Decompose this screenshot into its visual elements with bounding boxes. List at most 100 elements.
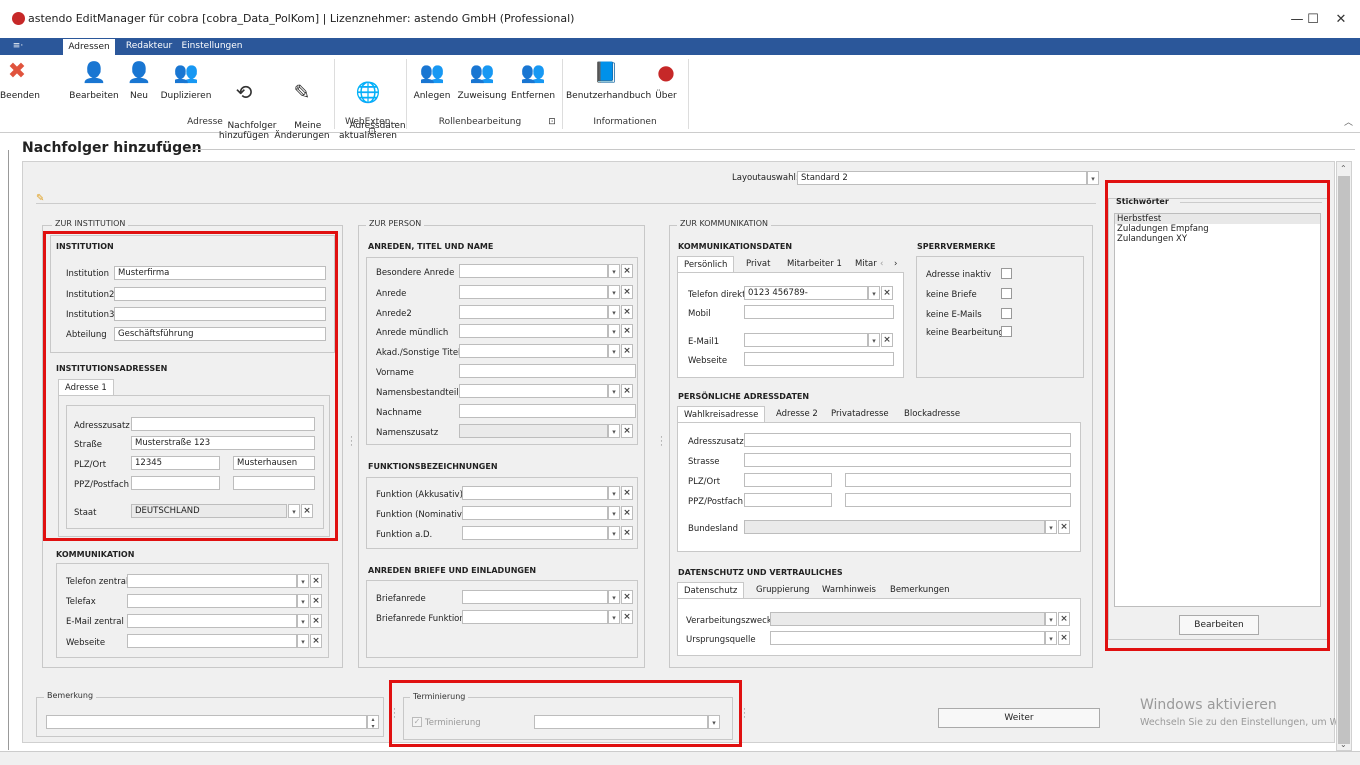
telefax-input[interactable] <box>127 594 297 608</box>
p-adresszusatz-input[interactable] <box>744 433 1071 447</box>
telefax-dropdown-icon[interactable]: ▾ <box>297 594 309 608</box>
duplizieren-button[interactable]: 👥 Duplizieren <box>160 59 212 111</box>
zuweisung-button[interactable]: 👥 Zuweisung <box>456 59 508 111</box>
scroll-down-icon[interactable]: ⌄ <box>1340 740 1347 749</box>
adresse-inaktiv-checkbox[interactable] <box>1001 268 1012 279</box>
ueber-button[interactable]: ● Über <box>648 59 684 111</box>
splitter-grip[interactable]: · · · <box>660 434 663 451</box>
tab-scroll-left-icon[interactable]: ‹ <box>880 256 883 272</box>
tab-bemerkungen[interactable]: Bemerkungen <box>890 582 950 598</box>
tab-redakteur[interactable]: Redakteur <box>124 38 174 55</box>
tab-wahlkreisadresse[interactable]: Wahlkreisadresse <box>677 406 766 422</box>
telefon-direkt-clear-icon[interactable]: × <box>881 286 893 300</box>
tab-adressen[interactable]: Adressen <box>62 38 116 55</box>
vorname-input[interactable] <box>459 364 636 378</box>
keine-bearbeitung-checkbox[interactable] <box>1001 326 1012 337</box>
funktion-nominativ-clear-icon[interactable]: × <box>621 506 633 520</box>
anrede-dropdown-icon[interactable]: ▾ <box>608 285 620 299</box>
beenden-button[interactable]: ✖ Beenden <box>0 59 40 111</box>
entfernen-button[interactable]: 👥 Entfernen <box>508 59 558 111</box>
bundesland-dropdown-icon[interactable]: ▾ <box>1045 520 1057 534</box>
tab-privatadresse[interactable]: Privatadresse <box>831 406 889 422</box>
namenszusatz-dropdown-icon[interactable]: ▾ <box>608 424 620 438</box>
nachfolger-hinzufuegen-button[interactable]: ⟲ Nachfolger hinzufügen <box>216 59 277 141</box>
briefanrede-dropdown-icon[interactable]: ▾ <box>608 590 620 604</box>
close-window-button[interactable]: ✕ <box>1326 8 1356 32</box>
briefanrede-input[interactable] <box>462 590 608 604</box>
meine-aenderungen-button[interactable]: ✎ Meine Änderungen <box>274 59 330 141</box>
bearbeiten-button[interactable]: 👤 Bearbeiten <box>68 59 120 111</box>
webseite-inst-dropdown-icon[interactable]: ▾ <box>297 634 309 648</box>
funktion-akkusativ-input[interactable] <box>462 486 608 500</box>
tab-scroll-right-icon[interactable]: › <box>894 256 897 272</box>
verarbeitungszweck-select[interactable] <box>770 612 1045 626</box>
p-plz-input[interactable] <box>744 473 832 487</box>
tab-adresse-2[interactable]: Adresse 2 <box>776 406 818 422</box>
benutzerhandbuch-button[interactable]: 📘 Benutzerhandbuch <box>566 59 651 111</box>
p-ppz-input[interactable] <box>744 493 832 507</box>
bemerkung-input[interactable] <box>46 715 367 729</box>
splitter-grip[interactable]: · · · <box>743 706 746 723</box>
funktion-nominativ-dropdown-icon[interactable]: ▾ <box>608 506 620 520</box>
verarbeitungszweck-clear-icon[interactable]: × <box>1058 612 1070 626</box>
anrede-m-ndlich-clear-icon[interactable]: × <box>621 324 633 338</box>
p-strasse-input[interactable] <box>744 453 1071 467</box>
namenszusatz-clear-icon[interactable]: × <box>621 424 633 438</box>
adressdaten-aktualisieren-button[interactable]: 🌐 Adressdaten aktualisieren <box>338 59 406 141</box>
p-ort-input[interactable] <box>845 473 1071 487</box>
tab-persoenlich[interactable]: Persönlich <box>677 256 735 272</box>
anlegen-button[interactable]: 👥 Anlegen <box>410 59 454 111</box>
akad-sonstige-titel-dropdown-icon[interactable]: ▾ <box>608 344 620 358</box>
weiter-button[interactable]: Weiter <box>938 708 1100 728</box>
akad-sonstige-titel-input[interactable] <box>459 344 608 358</box>
layout-select[interactable]: Standard 2 <box>797 171 1087 185</box>
tab-warnhinweis[interactable]: Warnhinweis <box>822 582 876 598</box>
anrede-clear-icon[interactable]: × <box>621 285 633 299</box>
namensbestandteil-clear-icon[interactable]: × <box>621 384 633 398</box>
scrollbar-thumb[interactable] <box>1338 176 1350 744</box>
ursprungsquelle-dropdown-icon[interactable]: ▾ <box>1045 631 1057 645</box>
namensbestandteil-input[interactable] <box>459 384 608 398</box>
app-menu-button[interactable]: ≡· <box>6 38 30 55</box>
webseite-input[interactable] <box>744 352 894 366</box>
maximize-button[interactable]: ☐ <box>1298 8 1328 32</box>
telefon-zentral-input[interactable] <box>127 574 297 588</box>
anrede2-input[interactable] <box>459 305 608 319</box>
briefanrede-clear-icon[interactable]: × <box>621 590 633 604</box>
besondere-anrede-dropdown-icon[interactable]: ▾ <box>608 264 620 278</box>
scroll-up-icon[interactable]: ⌃ <box>1340 164 1347 173</box>
telefon-zentral-clear-icon[interactable]: × <box>310 574 322 588</box>
keine-briefe-checkbox[interactable] <box>1001 288 1012 299</box>
rollen-launcher-icon[interactable]: ⊡ <box>544 117 560 129</box>
tab-privat[interactable]: Privat <box>746 256 770 272</box>
besondere-anrede-input[interactable] <box>459 264 608 278</box>
briefanrede-funktion-input[interactable] <box>462 610 608 624</box>
email-zentral-input[interactable] <box>127 614 297 628</box>
tab-blockadresse[interactable]: Blockadresse <box>904 406 960 422</box>
bundesland-clear-icon[interactable]: × <box>1058 520 1070 534</box>
telefon-direkt-dropdown-icon[interactable]: ▾ <box>868 286 880 300</box>
email1-dropdown-icon[interactable]: ▾ <box>868 333 880 347</box>
tab-einstellungen[interactable]: Einstellungen <box>178 38 246 55</box>
ursprungsquelle-clear-icon[interactable]: × <box>1058 631 1070 645</box>
email1-clear-icon[interactable]: × <box>881 333 893 347</box>
tab-gruppierung[interactable]: Gruppierung <box>756 582 810 598</box>
mobil-input[interactable] <box>744 305 894 319</box>
tab-datenschutz[interactable]: Datenschutz <box>677 582 745 598</box>
keine-emails-checkbox[interactable] <box>1001 308 1012 319</box>
funktion-ad-input[interactable] <box>462 526 608 540</box>
webseite-inst-input[interactable] <box>127 634 297 648</box>
bundesland-select[interactable] <box>744 520 1045 534</box>
anrede-m-ndlich-input[interactable] <box>459 324 608 338</box>
layout-dropdown-icon[interactable]: ▾ <box>1087 171 1099 185</box>
p-postfach-input[interactable] <box>845 493 1071 507</box>
anrede-m-ndlich-dropdown-icon[interactable]: ▾ <box>608 324 620 338</box>
email-zentral-dropdown-icon[interactable]: ▾ <box>297 614 309 628</box>
briefanrede-funktion-dropdown-icon[interactable]: ▾ <box>608 610 620 624</box>
akad-sonstige-titel-clear-icon[interactable]: × <box>621 344 633 358</box>
funktion-nominativ-input[interactable] <box>462 506 608 520</box>
nachname-input[interactable] <box>459 404 636 418</box>
namensbestandteil-dropdown-icon[interactable]: ▾ <box>608 384 620 398</box>
anrede2-clear-icon[interactable]: × <box>621 305 633 319</box>
anrede-input[interactable] <box>459 285 608 299</box>
